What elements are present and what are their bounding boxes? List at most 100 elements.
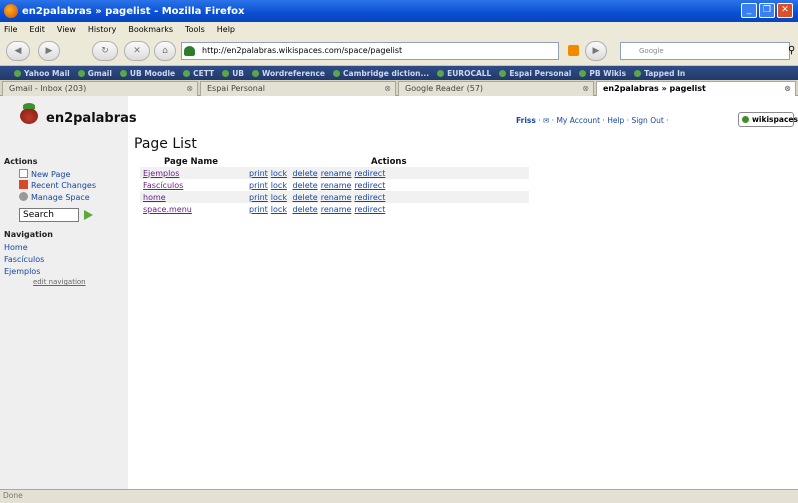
sidebar: en2palabras Actions New Page Recent Chan… — [0, 96, 137, 489]
bookmark-item[interactable]: UB — [222, 69, 244, 78]
menu-bar: File Edit View History Bookmarks Tools H… — [0, 22, 798, 36]
gear-icon — [19, 192, 28, 201]
page-link[interactable]: Fascículos — [143, 181, 183, 190]
back-button[interactable]: ◀ — [6, 41, 30, 61]
redirect-link[interactable]: redirect — [354, 193, 385, 202]
wikispaces-badge[interactable]: wikispaces — [738, 112, 798, 127]
bookmark-item[interactable]: Tapped In — [634, 69, 685, 78]
search-icon[interactable]: ⚲ — [788, 45, 795, 56]
menu-file[interactable]: File — [4, 25, 17, 34]
forward-button[interactable]: ▶ — [38, 41, 60, 61]
column-header-actions: Actions — [371, 157, 407, 167]
menu-view[interactable]: View — [57, 25, 76, 34]
tab-label: Google Reader (57) — [405, 84, 484, 93]
page-link[interactable]: home — [143, 193, 166, 202]
mail-icon[interactable]: ✉ — [543, 116, 549, 125]
lock-link[interactable]: lock — [271, 169, 287, 178]
close-tab-icon[interactable]: ⊗ — [384, 82, 391, 95]
help-link[interactable]: Help — [607, 116, 624, 125]
bookmark-item[interactable]: CETT — [183, 69, 214, 78]
site-name[interactable]: en2palabras — [46, 111, 137, 126]
bookmark-item[interactable]: PB Wikis — [579, 69, 626, 78]
status-text: Done — [3, 491, 23, 500]
print-link[interactable]: print — [249, 205, 268, 214]
bookmark-item[interactable]: Cambridge diction... — [333, 69, 429, 78]
rename-link[interactable]: rename — [321, 169, 352, 178]
page-link[interactable]: Ejemplos — [143, 169, 179, 178]
minimize-button[interactable]: _ — [741, 3, 757, 18]
rename-link[interactable]: rename — [321, 181, 352, 190]
menu-tools[interactable]: Tools — [185, 25, 205, 34]
delete-link[interactable]: delete — [293, 181, 318, 190]
my-account-link[interactable]: My Account — [556, 116, 600, 125]
nav-link-home[interactable]: Home — [4, 243, 28, 252]
close-tab-icon[interactable]: ⊗ — [186, 82, 193, 95]
wiki-search-input[interactable]: Search — [19, 208, 79, 222]
bookmark-item[interactable]: Yahoo Mail — [14, 69, 70, 78]
menu-bookmarks[interactable]: Bookmarks — [128, 25, 173, 34]
url-bar[interactable]: http://en2palabras.wikispaces.com/space/… — [181, 42, 559, 60]
menu-edit[interactable]: Edit — [29, 25, 45, 34]
redirect-link[interactable]: redirect — [354, 205, 385, 214]
home-button[interactable]: ⌂ — [154, 41, 176, 61]
rss-icon[interactable] — [568, 45, 579, 56]
nav-link-fasciculos[interactable]: Fascículos — [4, 255, 44, 264]
table-row: space.menu print lock delete rename redirec… — [140, 203, 529, 215]
navigation-toolbar: ◀ ▶ ↻ ✕ ⌂ http://en2palabras.wikispaces.… — [0, 36, 798, 66]
stop-button[interactable]: ✕ — [124, 41, 150, 61]
menu-help[interactable]: Help — [217, 25, 235, 34]
bookmark-item[interactable]: EUROCALL — [437, 69, 491, 78]
rename-link[interactable]: rename — [321, 193, 352, 202]
rename-link[interactable]: rename — [321, 205, 352, 214]
tab-gmail[interactable]: Gmail - Inbox (203) ⊗ — [2, 81, 198, 96]
user-link[interactable]: Friss — [516, 116, 536, 125]
redirect-link[interactable]: redirect — [354, 181, 385, 190]
menu-history[interactable]: History — [88, 25, 116, 34]
sidebar-item-manage-space[interactable]: Manage Space — [19, 192, 90, 202]
sidebar-item-recent-changes[interactable]: Recent Changes — [19, 180, 96, 190]
search-input[interactable]: Google — [620, 42, 790, 60]
delete-link[interactable]: delete — [293, 169, 318, 178]
delete-link[interactable]: delete — [293, 205, 318, 214]
table-row: Fascículos print lock delete rename redirec… — [140, 179, 529, 191]
maximize-button[interactable]: ❐ — [759, 3, 775, 18]
lock-link[interactable]: lock — [271, 205, 287, 214]
search-go-icon[interactable] — [84, 210, 93, 220]
bookmark-item[interactable]: Wordreference — [252, 69, 325, 78]
tab-google-reader[interactable]: Google Reader (57) ⊗ — [398, 81, 594, 96]
print-link[interactable]: print — [249, 181, 268, 190]
user-links: Friss · ✉ · My Account · Help · Sign Out… — [516, 116, 669, 125]
sign-out-link[interactable]: Sign Out — [631, 116, 663, 125]
bookmarks-bar: Yahoo Mail Gmail UB Moodle CETT UB Wordr… — [0, 66, 798, 80]
lock-link[interactable]: lock — [271, 193, 287, 202]
print-link[interactable]: print — [249, 193, 268, 202]
bookmark-item[interactable]: UB Moodle — [120, 69, 175, 78]
calendar-icon — [19, 180, 28, 189]
tab-espai[interactable]: Espai Personal ⊗ — [200, 81, 396, 96]
page-list-table: Page Name Actions Ejemplos print lock del… — [140, 157, 529, 215]
close-window-button[interactable]: ✕ — [777, 3, 793, 18]
window-title: en2palabras » pagelist - Mozilla Firefox — [22, 5, 245, 17]
reload-button[interactable]: ↻ — [92, 41, 118, 61]
close-tab-icon[interactable]: ⊗ — [784, 82, 791, 95]
tab-label: Espai Personal — [207, 84, 265, 93]
tab-label: en2palabras » pagelist — [603, 84, 706, 93]
delete-link[interactable]: delete — [293, 193, 318, 202]
nav-link-ejemplos[interactable]: Ejemplos — [4, 267, 40, 276]
firefox-icon — [4, 4, 18, 18]
table-header: Page Name Actions — [140, 157, 529, 167]
window-titlebar: en2palabras » pagelist - Mozilla Firefox — [0, 0, 798, 22]
tab-bar: Gmail - Inbox (203) ⊗ Espai Personal ⊗ Goo… — [0, 80, 798, 96]
tab-pagelist[interactable]: en2palabras » pagelist ⊗ — [596, 81, 796, 96]
go-button[interactable]: ▶ — [585, 41, 607, 61]
edit-navigation-link[interactable]: edit navigation — [33, 278, 86, 286]
bookmark-item[interactable]: Gmail — [78, 69, 112, 78]
redirect-link[interactable]: redirect — [354, 169, 385, 178]
page-link[interactable]: space.menu — [143, 205, 192, 214]
print-link[interactable]: print — [249, 169, 268, 178]
bookmark-item[interactable]: Espai Personal — [499, 69, 571, 78]
lock-link[interactable]: lock — [271, 181, 287, 190]
status-bar: Done — [0, 489, 798, 503]
sidebar-item-new-page[interactable]: New Page — [19, 169, 70, 179]
close-tab-icon[interactable]: ⊗ — [582, 82, 589, 95]
